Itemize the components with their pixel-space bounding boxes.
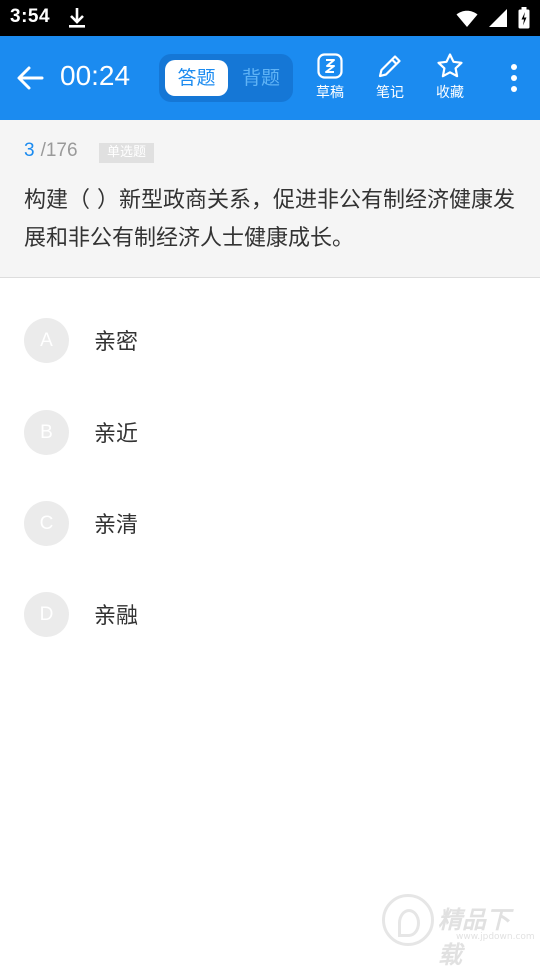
watermark-logo-icon [382,894,434,946]
watermark-url: www.jpdown.com [456,932,535,942]
option-text: 亲密 [94,324,138,356]
option-text: 亲融 [94,598,138,630]
option-text: 亲清 [94,507,138,539]
mode-switch: 答题 背题 [159,54,293,102]
back-arrow-icon[interactable] [16,64,44,92]
notes-label: 笔记 [365,82,415,102]
question-panel: 3/176 单选题 构建（ ）新型政商关系，促进非公有制经济健康发展和非公有制经… [0,120,540,278]
option-a[interactable]: A 亲密 [0,300,540,380]
favorite-button[interactable]: 收藏 [425,52,475,102]
more-options-icon[interactable] [510,64,518,94]
top-app-bar: 00:24 答题 背题 草稿 笔记 收藏 [0,36,540,120]
question-total: /176 [41,140,78,161]
download-icon [68,7,86,33]
status-bar: 3:54 [0,0,540,36]
timer: 00:24 [60,60,130,92]
tab-answer[interactable]: 答题 [165,60,228,96]
option-letter: D [24,592,69,637]
signal-icon [488,8,508,32]
question-text: 构建（ ）新型政商关系，促进非公有制经济健康发展和非公有制经济人士健康成长。 [24,182,524,258]
question-current-number: 3 [24,140,35,161]
wifi-icon [456,8,478,32]
question-type-badge: 单选题 [99,143,154,163]
draft-button[interactable]: 草稿 [305,52,355,102]
favorite-label: 收藏 [425,82,475,102]
status-time: 3:54 [10,6,50,28]
battery-icon [518,7,530,33]
option-c[interactable]: C 亲清 [0,483,540,563]
option-b[interactable]: B 亲近 [0,392,540,472]
pencil-icon [365,52,415,80]
option-d[interactable]: D 亲融 [0,574,540,654]
star-icon [425,52,475,80]
notes-button[interactable]: 笔记 [365,52,415,102]
tab-memorize[interactable]: 背题 [233,60,289,96]
option-text: 亲近 [94,416,138,448]
watermark: 精品下载 www.jpdown.com [382,894,532,950]
draft-label: 草稿 [305,82,355,102]
option-letter: B [24,410,69,455]
option-letter: C [24,501,69,546]
question-progress: 3/176 [24,140,78,162]
draft-icon [305,52,355,80]
option-letter: A [24,318,69,363]
